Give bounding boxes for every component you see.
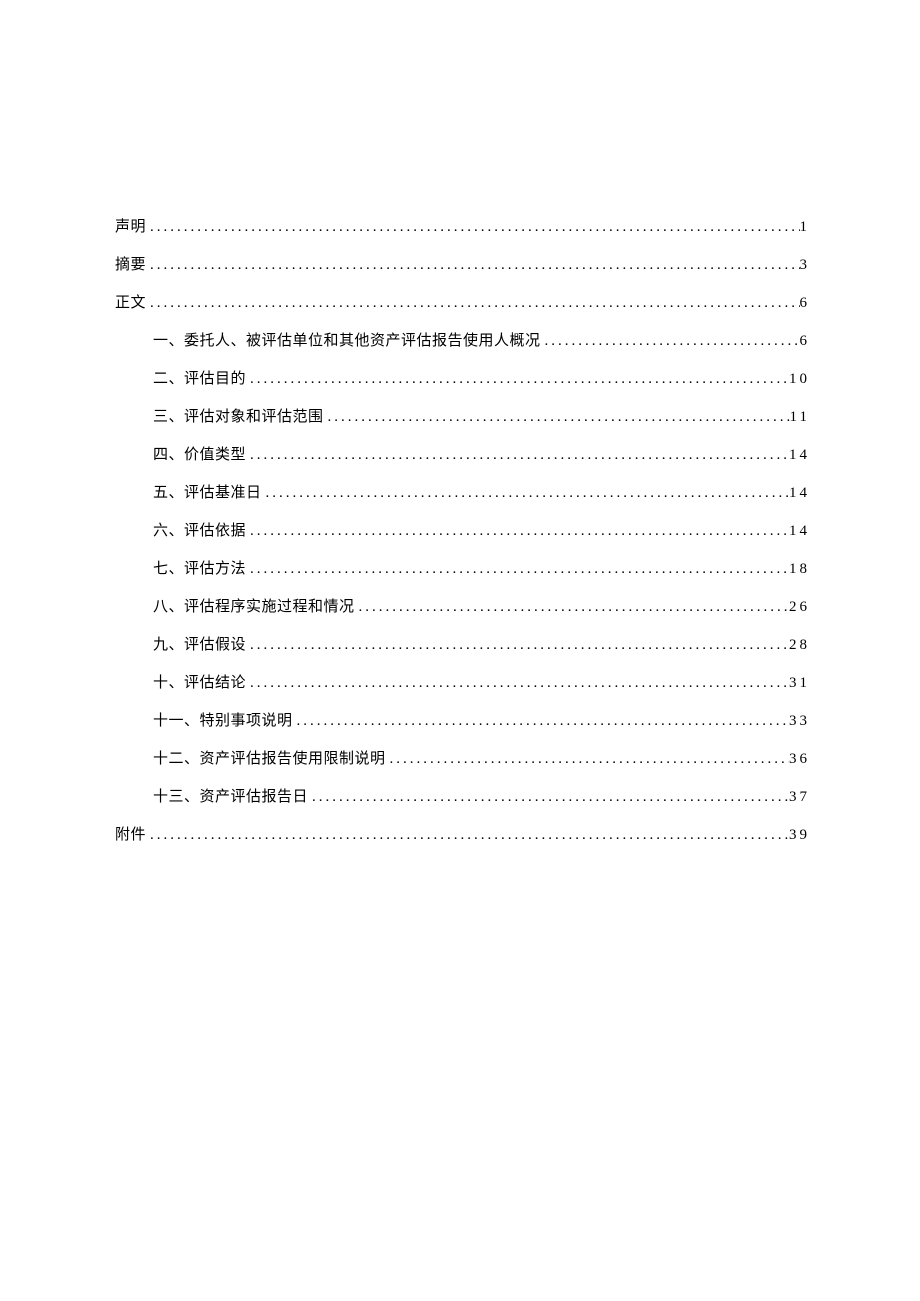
- toc-entry-page: 10: [789, 371, 810, 388]
- toc-entry-page: 6: [800, 333, 811, 350]
- toc-entry-leader: [541, 333, 800, 350]
- toc-entry-leader: [146, 827, 789, 844]
- toc-entry: 五、评估基准日 14: [115, 481, 810, 502]
- toc-entry-page: 28: [789, 637, 810, 654]
- toc-entry-page: 26: [789, 599, 810, 616]
- toc-entry-leader: [146, 295, 799, 312]
- toc-entry-title: 五、评估基准日: [153, 481, 262, 502]
- toc-entry: 十一、特别事项说明 33: [115, 709, 810, 730]
- toc-entry-page: 3: [800, 257, 811, 274]
- toc-entry: 八、评估程序实施过程和情况 26: [115, 595, 810, 616]
- toc-entry-title: 二、评估目的: [153, 367, 246, 388]
- toc-entry-page: 14: [789, 485, 810, 502]
- toc-entry-title: 十二、资产评估报告使用限制说明: [153, 747, 386, 768]
- toc-entry: 十三、资产评估报告日 37: [115, 785, 810, 806]
- toc-entry-leader: [246, 523, 789, 540]
- toc-entry-page: 31: [789, 675, 810, 692]
- toc-entry: 正文 6: [115, 291, 810, 312]
- toc-entry-page: 14: [789, 447, 810, 464]
- toc-entry: 声明 1: [115, 215, 810, 236]
- toc-entry: 六、评估依据 14: [115, 519, 810, 540]
- toc-entry: 二、评估目的 10: [115, 367, 810, 388]
- toc-entry-page: 11: [790, 409, 810, 426]
- toc-entry: 摘要 3: [115, 253, 810, 274]
- toc-entry-title: 八、评估程序实施过程和情况: [153, 595, 355, 616]
- toc-entry-title: 十、评估结论: [153, 671, 246, 692]
- toc-entry-title: 十一、特别事项说明: [153, 709, 293, 730]
- toc-entry: 一、委托人、被评估单位和其他资产评估报告使用人概况 6: [115, 329, 810, 350]
- toc-entry-leader: [146, 219, 799, 236]
- toc-entry-page: 14: [789, 523, 810, 540]
- toc-entry-title: 附件: [115, 823, 146, 844]
- toc-entry-title: 六、评估依据: [153, 519, 246, 540]
- toc-entry-page: 39: [789, 827, 810, 844]
- toc-entry-title: 正文: [115, 291, 146, 312]
- toc-entry-leader: [246, 637, 789, 654]
- toc-entry-title: 七、评估方法: [153, 557, 246, 578]
- toc-entry-page: 36: [789, 751, 810, 768]
- toc-entry-leader: [246, 371, 789, 388]
- toc-entry-title: 三、评估对象和评估范围: [153, 405, 324, 426]
- toc-entry-leader: [246, 561, 789, 578]
- toc-entry-leader: [146, 257, 799, 274]
- toc-entry-leader: [355, 599, 789, 616]
- toc-entry: 四、价值类型 14: [115, 443, 810, 464]
- toc-entry-page: 6: [800, 295, 811, 312]
- toc-entry: 十二、资产评估报告使用限制说明 36: [115, 747, 810, 768]
- toc-entry-leader: [386, 751, 789, 768]
- toc-entry-page: 37: [789, 789, 810, 806]
- toc-entry-leader: [246, 447, 789, 464]
- toc-entry-leader: [293, 713, 789, 730]
- toc-entry-title: 声明: [115, 215, 146, 236]
- toc-entry-title: 一、委托人、被评估单位和其他资产评估报告使用人概况: [153, 329, 541, 350]
- toc-entry-leader: [262, 485, 789, 502]
- table-of-contents: 声明 1 摘要 3 正文 6 一、委托人、被评估单位和其他资产评估报告使用人概况 6 二、评估目…: [115, 215, 810, 844]
- toc-entry-leader: [308, 789, 789, 806]
- toc-entry-leader: [324, 409, 790, 426]
- toc-entry: 附件 39: [115, 823, 810, 844]
- toc-entry-leader: [246, 675, 789, 692]
- toc-entry-title: 九、评估假设: [153, 633, 246, 654]
- toc-entry-title: 摘要: [115, 253, 146, 274]
- toc-entry-title: 十三、资产评估报告日: [153, 785, 308, 806]
- toc-entry: 三、评估对象和评估范围 11: [115, 405, 810, 426]
- toc-entry-page: 33: [789, 713, 810, 730]
- toc-entry: 十、评估结论 31: [115, 671, 810, 692]
- toc-entry-page: 18: [789, 561, 810, 578]
- toc-entry: 七、评估方法 18: [115, 557, 810, 578]
- toc-entry-title: 四、价值类型: [153, 443, 246, 464]
- toc-entry: 九、评估假设 28: [115, 633, 810, 654]
- toc-entry-page: 1: [800, 219, 811, 236]
